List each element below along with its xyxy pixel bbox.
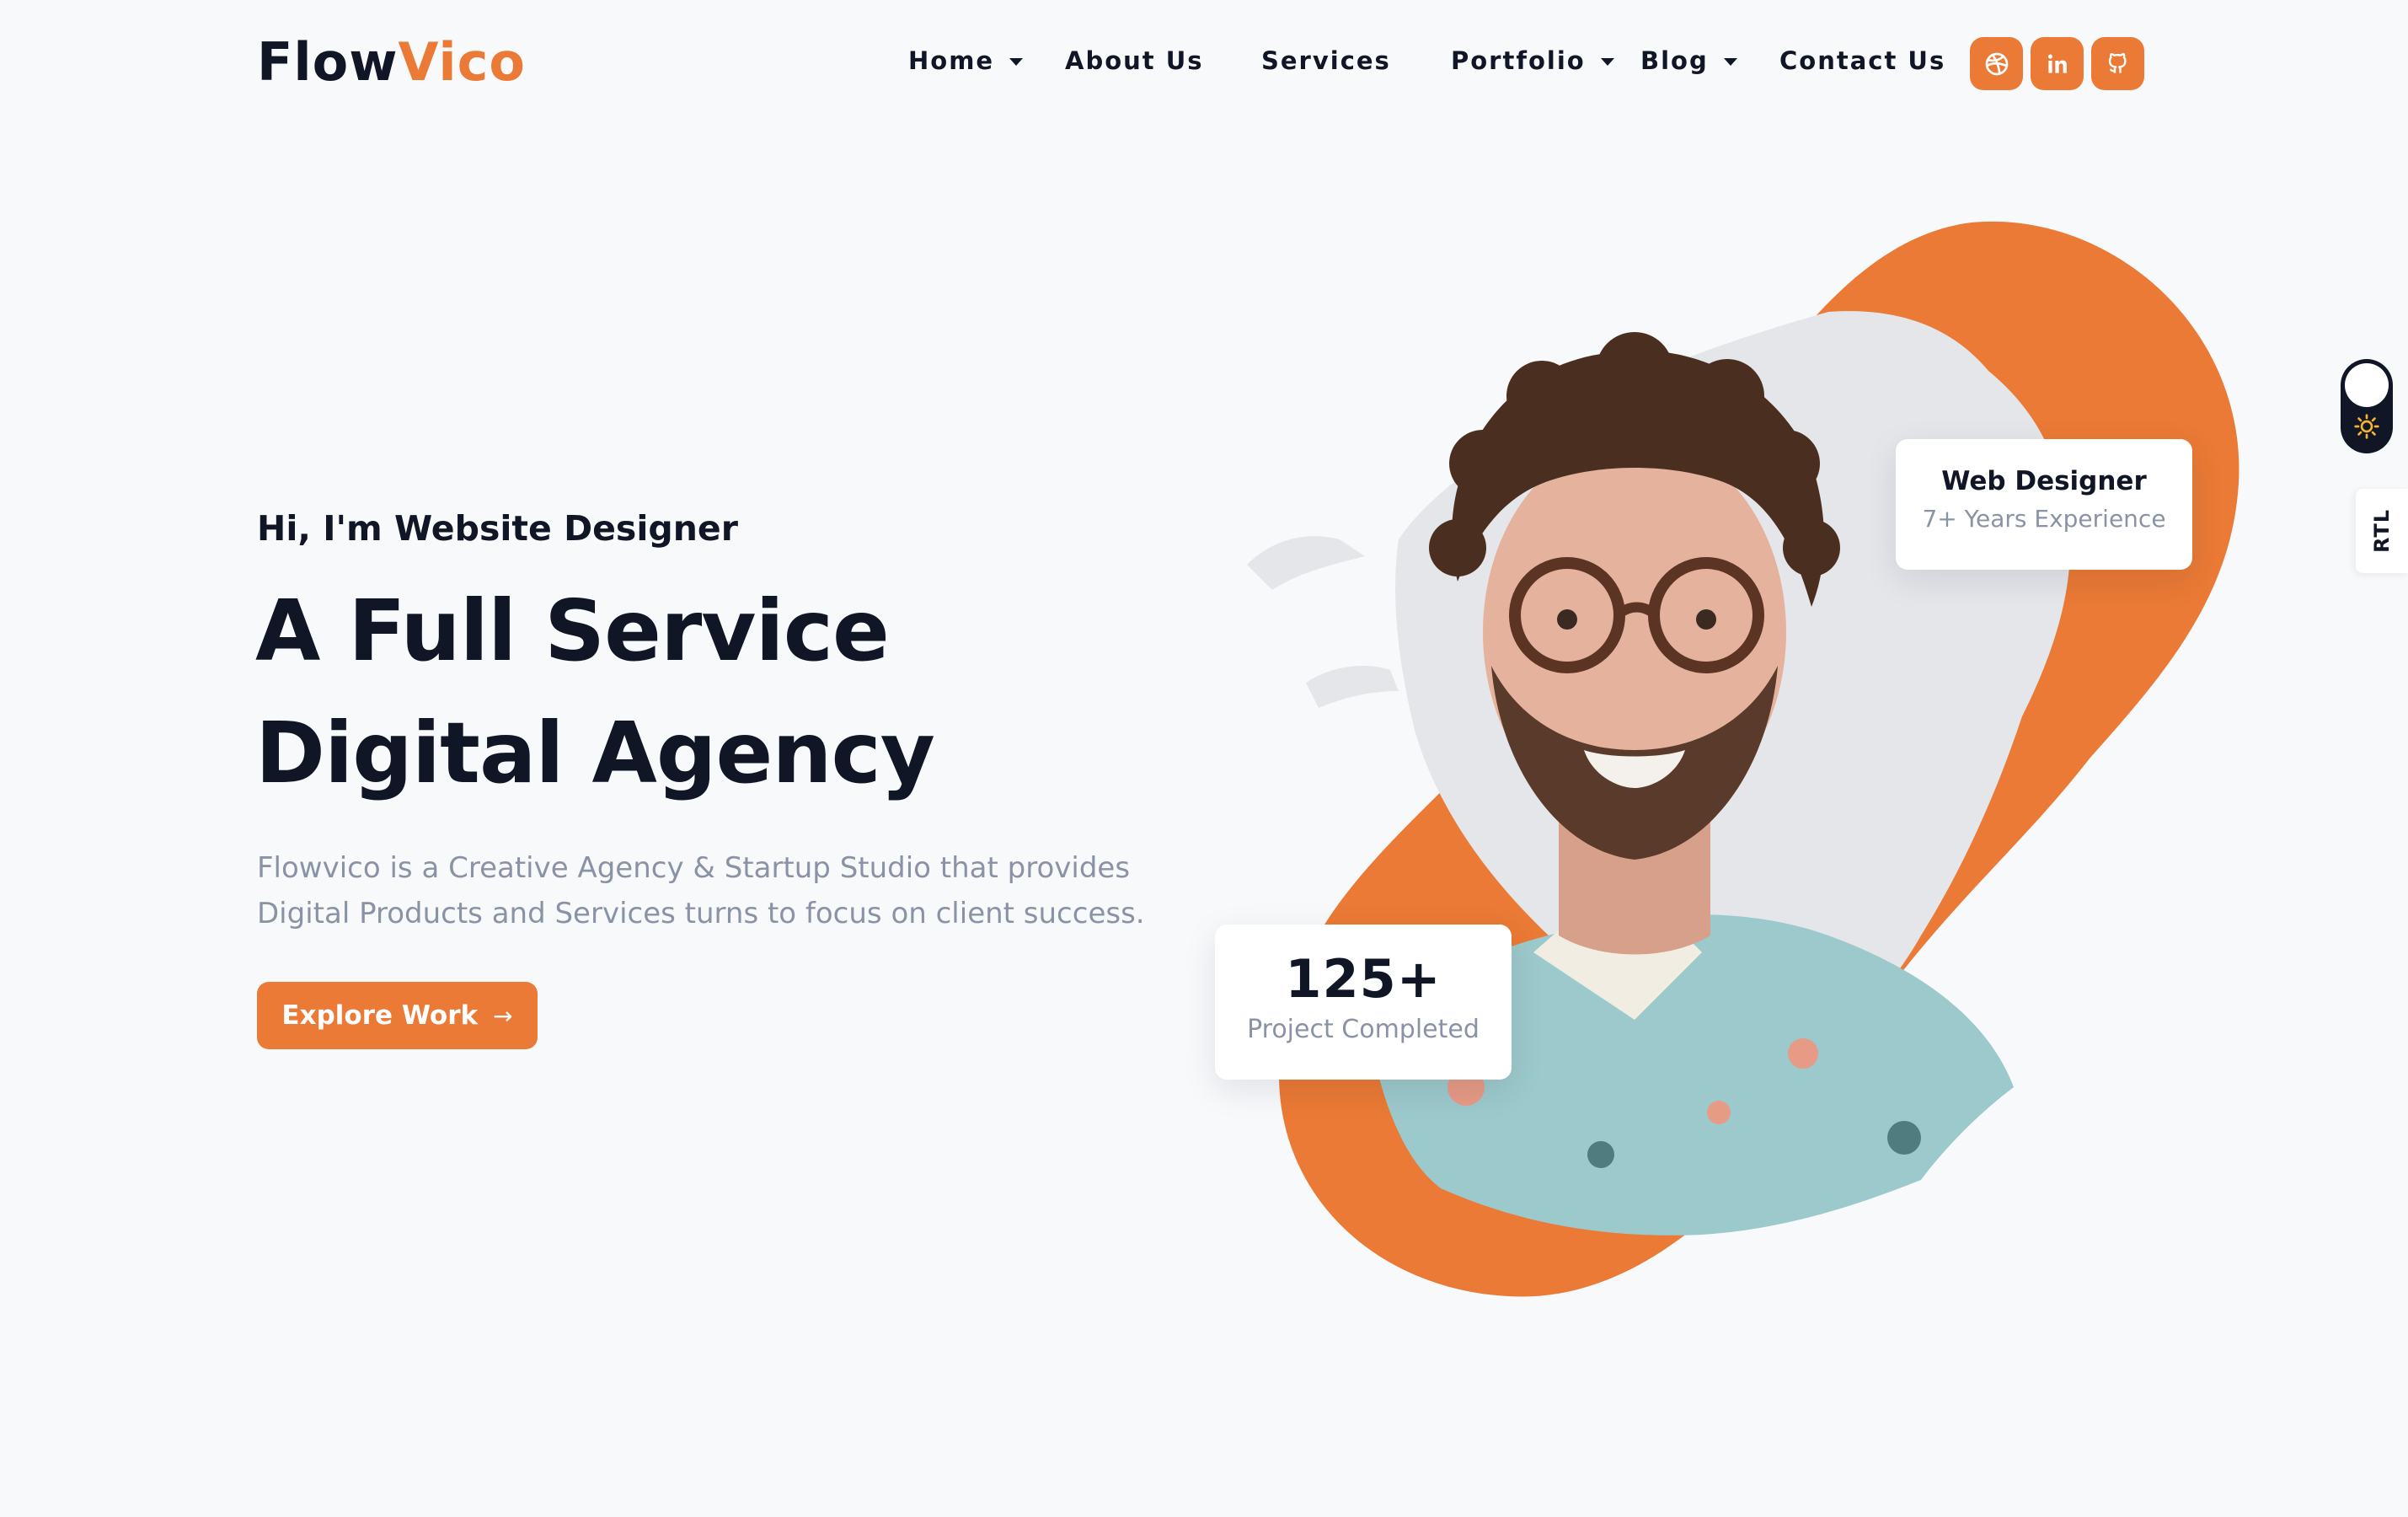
web-designer-card: Web Designer 7+ Years Experience: [1896, 439, 2192, 570]
chevron-down-icon: [1723, 57, 1737, 66]
experience-text: 7+ Years Experience: [1922, 505, 2166, 533]
nav-item-home[interactable]: Home: [908, 44, 1024, 78]
dribbble-icon: [1985, 52, 2008, 75]
rtl-label: RTL: [2369, 508, 2394, 554]
hero-headline-line2: Digital Agency: [255, 704, 935, 802]
arrow-right-icon: →: [493, 1001, 513, 1030]
brand-logo[interactable]: FlowVico: [257, 29, 526, 96]
projects-count: 125+: [1285, 948, 1442, 1010]
chevron-down-icon: [1009, 57, 1024, 66]
web-designer-title: Web Designer: [1941, 466, 2147, 496]
nav-label-services: Services: [1261, 46, 1391, 75]
github-icon: [2108, 52, 2127, 73]
explore-work-button[interactable]: Explore Work →: [257, 982, 538, 1049]
explore-work-label: Explore Work: [281, 1000, 479, 1031]
logo-text-flow: Flow: [257, 31, 399, 93]
nav-item-about[interactable]: About Us: [1065, 44, 1204, 78]
nav-item-blog[interactable]: Blog: [1640, 44, 1737, 78]
nav-label-home: Home: [908, 46, 995, 75]
rtl-toggle-button[interactable]: RTL: [2356, 489, 2408, 573]
theme-toggle[interactable]: [2341, 359, 2393, 453]
chevron-down-icon: [1600, 57, 1614, 66]
hero-description: Flowvico is a Creative Agency & Startup …: [257, 851, 1145, 930]
projects-completed-card: 125+ Project Completed: [1215, 925, 1512, 1080]
hero-portrait-illustration: [1247, 221, 2239, 1297]
landing-page: FlowVico Home About Us Services Portfoli…: [0, 0, 2408, 1517]
hero-headline-line1: A Full Service: [255, 582, 890, 680]
sun-icon: [2354, 414, 2379, 439]
nav-item-services[interactable]: Services: [1261, 44, 1391, 78]
linkedin-button[interactable]: [2031, 37, 2084, 90]
dribbble-button[interactable]: [1970, 37, 2023, 90]
projects-label: Project Completed: [1247, 1015, 1480, 1044]
github-button[interactable]: [2091, 37, 2144, 90]
nav-label-about: About Us: [1065, 46, 1204, 75]
nav-label-portfolio: Portfolio: [1451, 46, 1586, 75]
toggle-knob: [2345, 363, 2389, 407]
nav-item-contact[interactable]: Contact Us: [1779, 44, 1945, 78]
nav-label-contact: Contact Us: [1779, 46, 1946, 75]
hero-greeting: Hi, I'm Website Designer: [257, 508, 738, 549]
nav-label-blog: Blog: [1640, 46, 1709, 75]
logo-text-vico: Vico: [398, 31, 526, 93]
linkedin-icon: [2047, 54, 2067, 73]
nav-item-portfolio[interactable]: Portfolio: [1451, 44, 1614, 78]
